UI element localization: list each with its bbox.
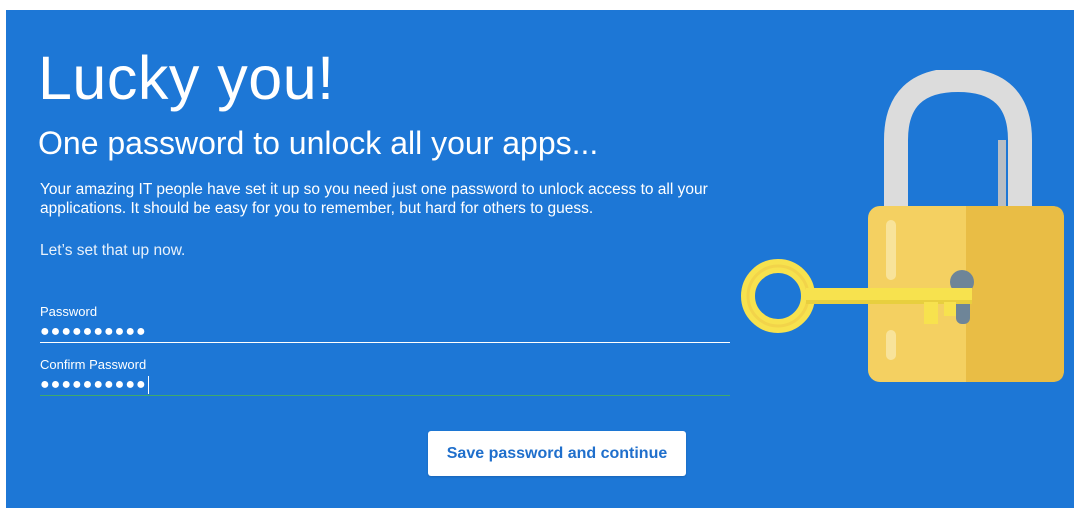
password-field: Password ●●●●●●●●●● (40, 304, 730, 343)
setup-password-panel: Lucky you! One password to unlock all yo… (6, 10, 1074, 508)
confirm-password-masked-value: ●●●●●●●●●● (40, 376, 147, 393)
padlock-with-key-icon (736, 67, 1074, 400)
confirm-password-label: Confirm Password (40, 357, 147, 372)
password-input[interactable]: ●●●●●●●●●● (40, 321, 730, 343)
password-label: Password (40, 304, 98, 319)
page-title: Lucky you! (38, 44, 335, 112)
description-text: Your amazing IT people have set it up so… (40, 181, 708, 217)
password-masked-value: ●●●●●●●●●● (40, 323, 147, 340)
setup-prompt-text: Let’s set that up now. (40, 242, 186, 259)
text-caret (147, 375, 149, 394)
confirm-password-input[interactable]: ●●●●●●●●●● (40, 374, 730, 396)
save-password-button[interactable]: Save password and continue (428, 431, 686, 476)
confirm-password-field: Confirm Password ●●●●●●●●●● (40, 357, 730, 396)
page-subtitle: One password to unlock all your apps... (38, 125, 599, 161)
